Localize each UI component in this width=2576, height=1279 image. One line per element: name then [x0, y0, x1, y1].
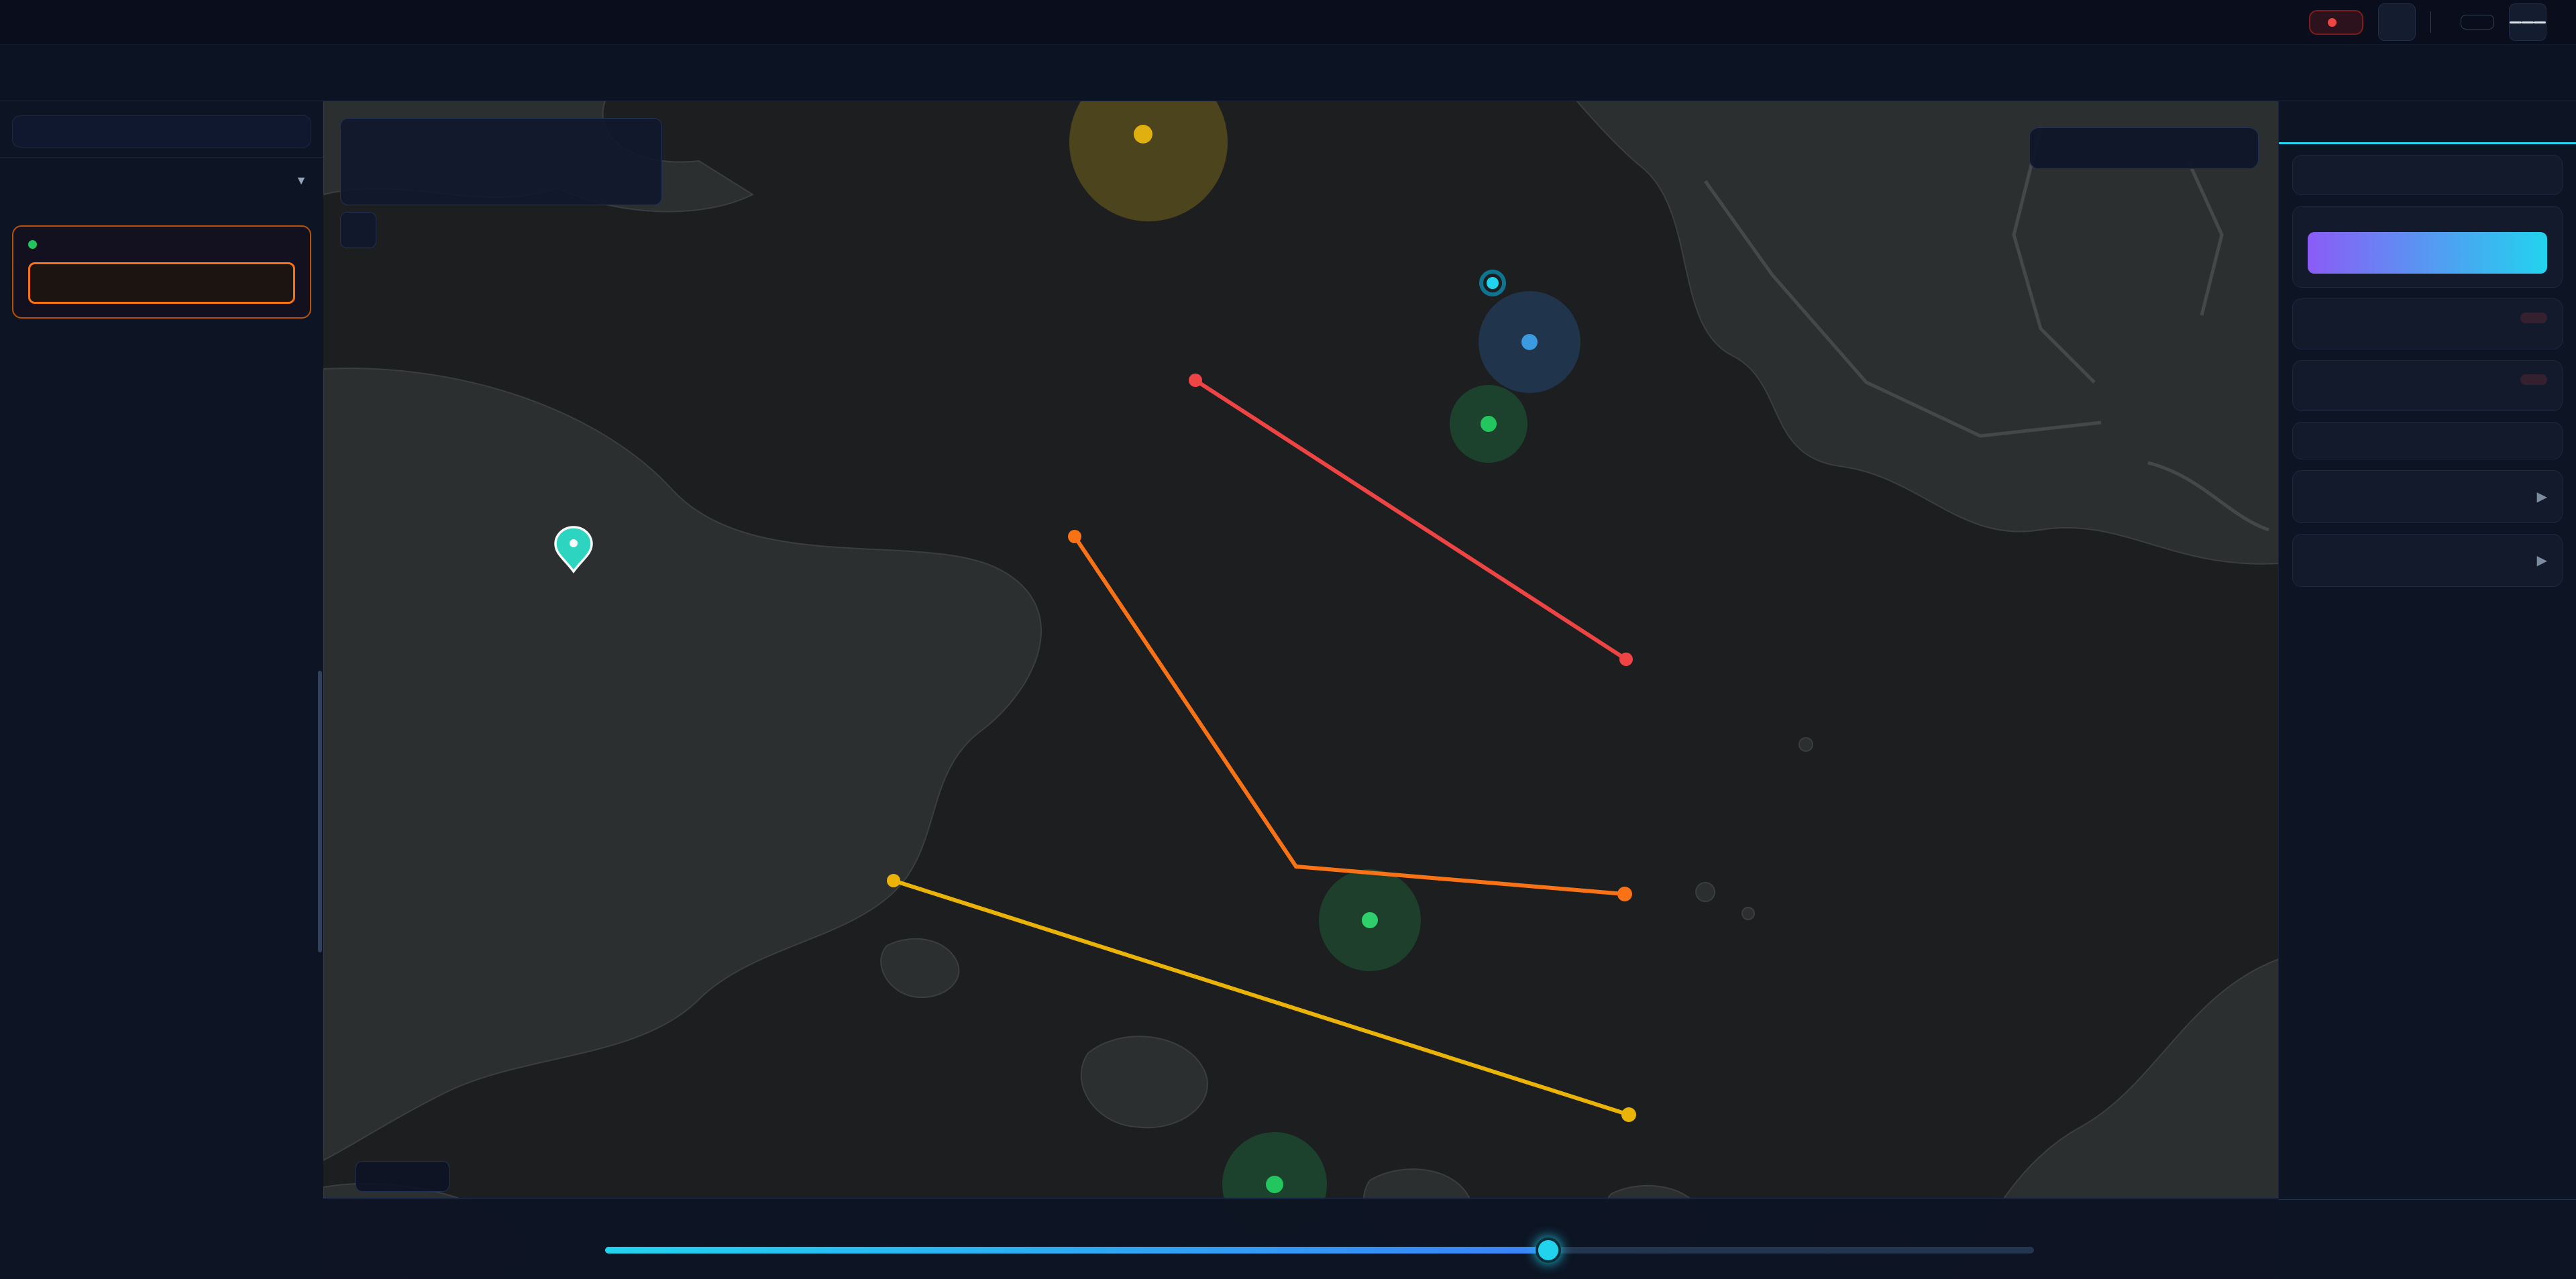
fence-stats	[0, 203, 323, 219]
topbar-right	[2309, 3, 2576, 41]
fence-guide-header[interactable]: ▼	[0, 167, 323, 194]
incident-dot-icon	[2328, 18, 2337, 27]
summary-header	[2279, 101, 2576, 144]
left-sidebar: ▼	[0, 101, 324, 1279]
fence-mode-buttons	[0, 194, 323, 203]
risk-badge	[2520, 313, 2547, 323]
analysis-summary-panel: ▶ ▶	[2278, 101, 2576, 1279]
chevron-down-icon: ▼	[295, 174, 307, 188]
map-canvas[interactable]	[323, 101, 2279, 1279]
timeline-track-zone	[605, 1199, 2034, 1279]
topbar-divider	[2430, 11, 2431, 33]
incident-status-badge	[2309, 10, 2363, 35]
beach-zone-dot	[1521, 334, 1538, 350]
logout-button[interactable]	[2461, 15, 2494, 30]
pollution-analysis-card	[2292, 206, 2563, 288]
coordinates-bar	[356, 1161, 449, 1192]
timeline-track[interactable]	[605, 1247, 2034, 1254]
pollution-status-card	[2292, 298, 2563, 349]
farm-zone-dot-1	[1481, 416, 1497, 432]
risk-badge	[2520, 374, 2547, 385]
ai-plan-card	[12, 225, 311, 319]
timeline-bar	[323, 1198, 2279, 1279]
weather-panel	[340, 118, 662, 205]
map-base-svg	[323, 101, 2279, 1279]
display-control-card	[2292, 155, 2563, 195]
owner-insurance-section[interactable]: ▶	[2292, 534, 2563, 587]
timeline-thumb[interactable]	[1536, 1237, 1561, 1263]
plan-ready-status	[28, 240, 295, 249]
chevron-right-icon: ▶	[2537, 552, 2547, 569]
sidebar-scrollbar[interactable]	[318, 671, 322, 952]
farm-zone-dot-2	[1362, 912, 1378, 928]
map-legend	[2029, 127, 2259, 169]
forecast-card	[2292, 360, 2563, 411]
farm-zone-dot-3	[1266, 1176, 1283, 1193]
layer-style-panel	[12, 115, 311, 148]
weathering-card	[2292, 422, 2563, 459]
algo-settings-header	[0, 325, 323, 340]
chevron-right-icon: ▶	[2537, 488, 2547, 505]
notifications-button[interactable]	[2378, 3, 2416, 41]
top-bar	[0, 0, 2576, 45]
wetland-zone-dot	[1134, 125, 1152, 144]
polygon-analysis-button[interactable]	[2308, 232, 2547, 274]
layer-tree	[0, 101, 323, 106]
locate-incident-button[interactable]	[340, 212, 376, 248]
action-button-bar	[2279, 1199, 2576, 1279]
menu-button[interactable]	[2509, 3, 2546, 41]
vessel-spec-section[interactable]: ▶	[2292, 470, 2563, 523]
sub-tab-bar	[0, 44, 2576, 101]
apply-plan-button[interactable]	[28, 262, 295, 304]
